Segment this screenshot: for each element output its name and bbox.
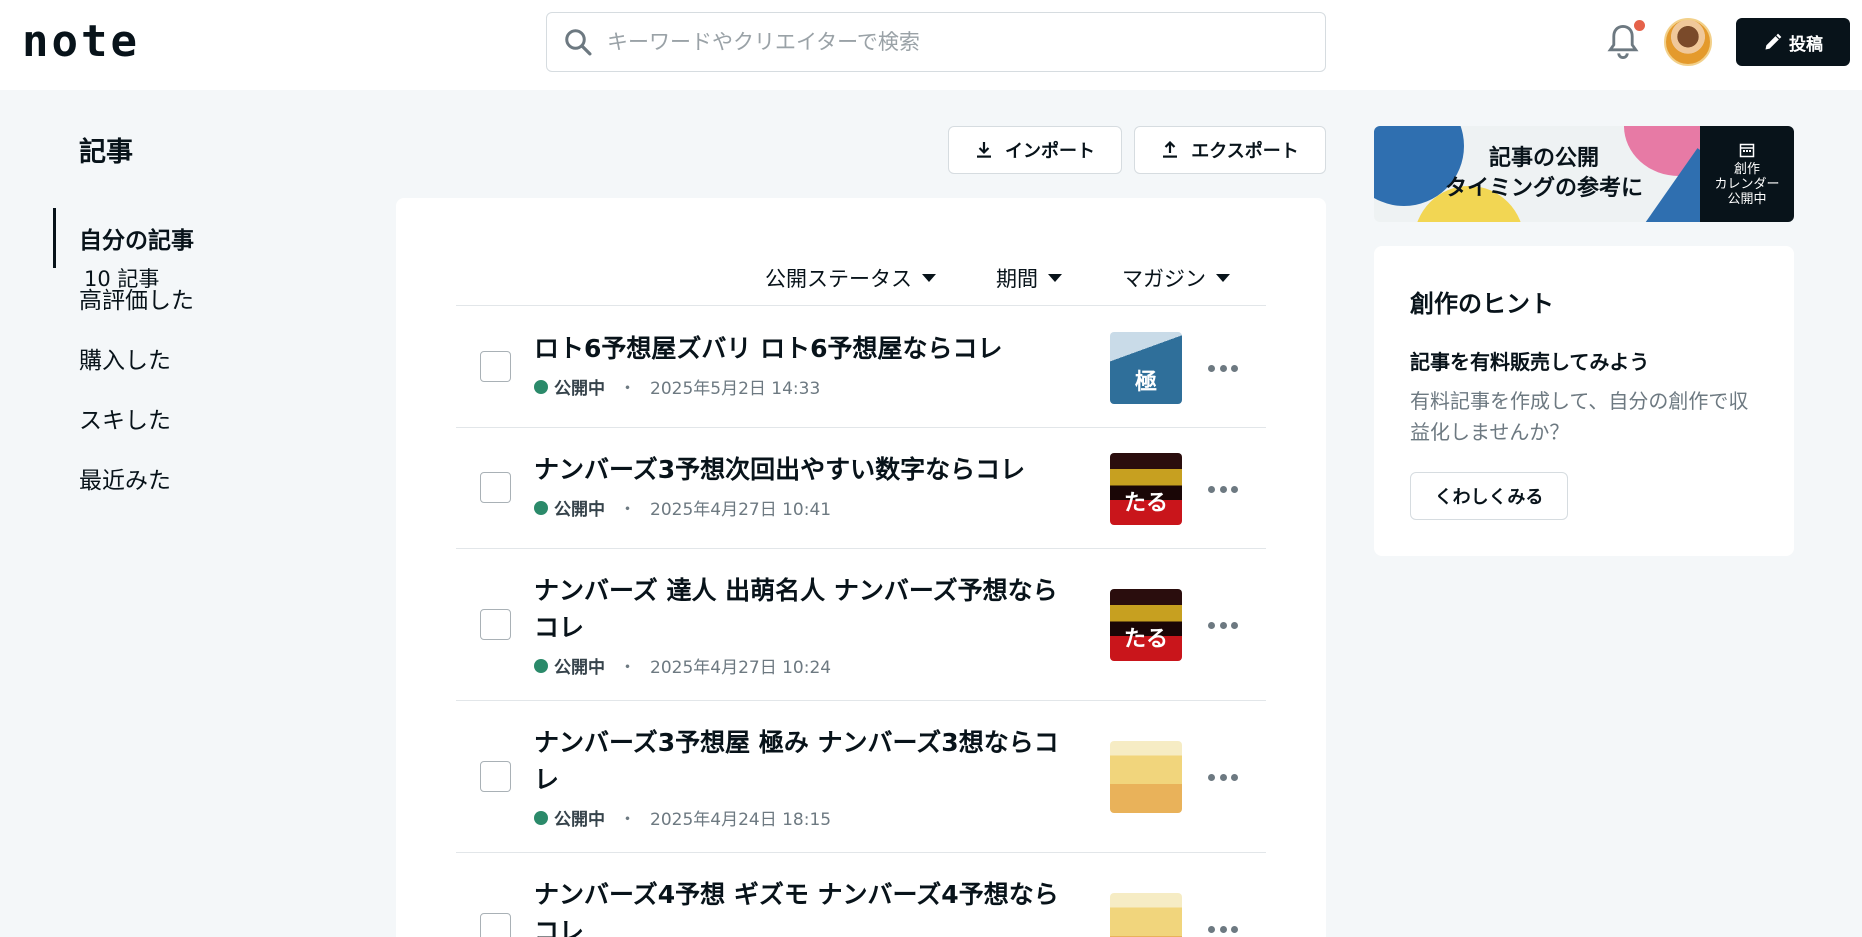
article-thumbnail[interactable]: たる (1110, 453, 1182, 525)
search-box[interactable] (546, 12, 1326, 72)
article-meta: 公開中 ・ 2025年4月24日 18:15 (534, 805, 831, 830)
status-badge: 公開中 (554, 810, 605, 830)
search-input[interactable] (607, 30, 1307, 54)
status-badge: 公開中 (554, 658, 605, 678)
filter-magazine-label: マガジン (1122, 267, 1206, 291)
upload-icon (1163, 141, 1178, 158)
import-label: インポート (1005, 141, 1095, 162)
thumbnail-text: たる (1123, 627, 1168, 652)
pencil-icon (1765, 33, 1782, 50)
more-options-icon[interactable] (1208, 484, 1238, 494)
banner-text: 記事の公開 タイミングの参考に (1424, 144, 1664, 204)
article-title[interactable]: ナンバーズ3予想屋 極み ナンバーズ3想ならコレ (534, 724, 1079, 798)
learn-more-button[interactable]: くわしくみる (1410, 472, 1568, 520)
article-title[interactable]: ナンバーズ4予想 ギズモ ナンバーズ4予想ならコレ (534, 876, 1079, 937)
banner-side-panel: 創作 カレンダー 公開中 (1700, 126, 1794, 222)
hint-subtitle: 記事を有料販売してみよう (1410, 350, 1650, 374)
filter-period-label: 期間 (996, 267, 1038, 291)
article-thumbnail[interactable]: たる (1110, 589, 1182, 661)
meta-separator: ・ (619, 500, 636, 520)
article-title[interactable]: ロト6予想屋ズバリ ロト6予想屋ならコレ (534, 330, 1079, 367)
article-meta: 公開中 ・ 2025年4月27日 10:41 (534, 495, 831, 520)
article-date: 2025年4月27日 10:24 (650, 658, 832, 678)
creation-hint-card: 創作のヒント 記事を有料販売してみよう 有料記事を作成して、自分の創作で収益化し… (1374, 246, 1794, 556)
more-options-icon[interactable] (1208, 620, 1238, 630)
search-icon (565, 29, 592, 56)
nav-item-suki[interactable]: スキした (53, 388, 333, 448)
banner-line-1: 記事の公開 (1488, 146, 1599, 171)
row-checkbox[interactable] (480, 609, 511, 640)
article-row[interactable]: ロト6予想屋ズバリ ロト6予想屋ならコレ 公開中 ・ 2025年5月2日 14:… (456, 307, 1266, 428)
side-nav: 自分の記事 高評価した 購入した スキした 最近みた (53, 208, 333, 508)
row-checkbox[interactable] (480, 913, 511, 937)
filter-magazine[interactable]: マガジン (1122, 263, 1230, 293)
status-dot (534, 810, 548, 825)
article-row[interactable]: ナンバーズ3予想次回出やすい数字ならコレ 公開中 ・ 2025年4月27日 10… (456, 428, 1266, 549)
more-options-icon[interactable] (1208, 924, 1238, 934)
filter-status-label: 公開ステータス (765, 267, 912, 291)
export-label: エクスポート (1191, 141, 1299, 162)
post-button[interactable]: 投稿 (1736, 18, 1850, 66)
meta-separator: ・ (619, 810, 636, 830)
caret-down-icon (1216, 274, 1230, 282)
more-options-icon[interactable] (1208, 363, 1238, 373)
hint-body: 有料記事を作成して、自分の創作で収益化しませんか？ (1410, 389, 1749, 444)
filter-status[interactable]: 公開ステータス (765, 263, 936, 293)
article-thumbnail[interactable] (1110, 893, 1182, 937)
banner-side-line-1: 創作 (1733, 162, 1760, 177)
thumbnail-text: 極 (1134, 370, 1157, 395)
status-dot (534, 500, 548, 515)
nav-item-my-articles[interactable]: 自分の記事 (53, 208, 333, 268)
caret-down-icon (922, 274, 936, 282)
status-badge: 公開中 (554, 500, 605, 520)
status-badge: 公開中 (554, 379, 605, 399)
calendar-icon (1739, 143, 1755, 158)
article-title[interactable]: ナンバーズ 達人 出萌名人 ナンバーズ予想ならコレ (534, 572, 1079, 646)
caret-down-icon (1048, 274, 1062, 282)
row-checkbox[interactable] (480, 761, 511, 792)
more-options-icon[interactable] (1208, 772, 1238, 782)
article-thumbnail[interactable] (1110, 741, 1182, 813)
export-button[interactable]: エクスポート (1134, 126, 1326, 174)
article-date: 2025年4月27日 10:41 (650, 500, 832, 520)
note-logo[interactable]: note (22, 18, 140, 66)
article-meta: 公開中 ・ 2025年4月27日 10:24 (534, 653, 831, 678)
filter-period[interactable]: 期間 (996, 263, 1062, 293)
thumbnail-text: たる (1123, 491, 1168, 516)
article-title[interactable]: ナンバーズ3予想次回出やすい数字ならコレ (534, 451, 1079, 488)
article-thumbnail[interactable]: 極 (1110, 332, 1182, 404)
banner-line-2: タイミングの参考に (1444, 176, 1643, 201)
meta-separator: ・ (619, 658, 636, 678)
article-row[interactable]: ナンバーズ3予想屋 極み ナンバーズ3想ならコレ 公開中 ・ 2025年4月24… (456, 701, 1266, 853)
avatar[interactable] (1664, 18, 1712, 66)
import-button[interactable]: インポート (948, 126, 1122, 174)
calendar-banner[interactable]: 記事の公開 タイミングの参考に 創作 カレンダー 公開中 (1374, 126, 1794, 222)
hint-title: 創作のヒント (1410, 290, 1554, 318)
status-dot (534, 658, 548, 673)
article-date: 2025年5月2日 14:33 (650, 379, 821, 399)
banner-side-line-2: カレンダー (1714, 177, 1780, 192)
meta-separator: ・ (619, 379, 636, 399)
notification-badge (1634, 20, 1645, 31)
nav-item-recent[interactable]: 最近みた (53, 448, 333, 508)
top-header: note 投稿 (0, 0, 1862, 90)
row-checkbox[interactable] (480, 351, 511, 382)
article-meta: 公開中 ・ 2025年5月2日 14:33 (534, 374, 820, 399)
download-icon (977, 142, 991, 158)
row-checkbox[interactable] (480, 472, 511, 503)
article-count: 10 記事 (84, 267, 160, 291)
post-button-label: 投稿 (1789, 34, 1823, 55)
banner-side-line-3: 公開中 (1727, 192, 1767, 207)
status-dot (534, 379, 548, 394)
page-title: 記事 (79, 137, 133, 168)
nav-item-purchased[interactable]: 購入した (53, 328, 333, 388)
article-date: 2025年4月24日 18:15 (650, 810, 832, 830)
article-row[interactable]: ナンバーズ 達人 出萌名人 ナンバーズ予想ならコレ 公開中 ・ 2025年4月2… (456, 549, 1266, 701)
article-row[interactable]: ナンバーズ4予想 ギズモ ナンバーズ4予想ならコレ (456, 853, 1266, 937)
